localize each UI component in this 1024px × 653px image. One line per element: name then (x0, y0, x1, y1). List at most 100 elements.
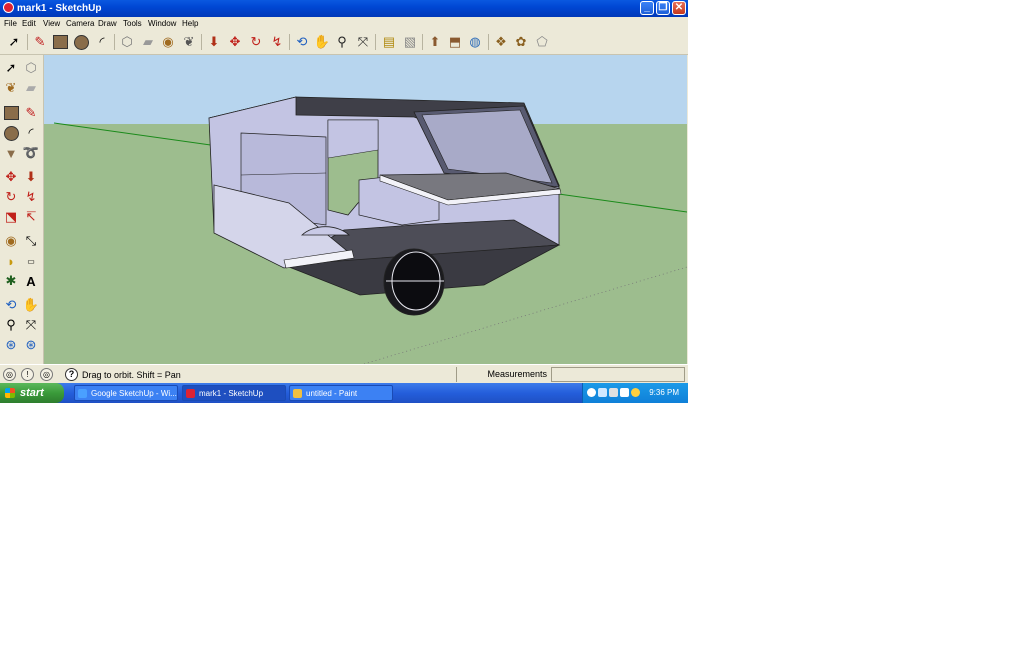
eraser-icon[interactable]: ▰ (139, 33, 157, 51)
toolbar-separator (289, 34, 290, 50)
toolbar-separator (27, 34, 28, 50)
title-bar[interactable]: mark1 - SketchUp _ ❐ ✕ (0, 0, 688, 17)
rotate-icon[interactable]: ↻ (2, 188, 20, 206)
instructor-icon[interactable]: ◎ (40, 368, 53, 381)
measurements-input[interactable] (551, 367, 685, 382)
menu-view[interactable]: View (43, 17, 60, 30)
get-photo-texture-icon[interactable]: ⬒ (446, 33, 464, 51)
3d-text-icon[interactable]: A (22, 272, 40, 290)
task-mark1-sketchup[interactable]: mark1 - SketchUp (182, 385, 286, 401)
place-model-icon[interactable]: ⬆ (426, 33, 444, 51)
zoom-extents-icon[interactable]: ⤧ (354, 33, 372, 51)
window-title: mark1 - SketchUp (17, 3, 102, 14)
zoom-icon[interactable]: ⚲ (2, 316, 20, 334)
volume-icon[interactable] (620, 388, 629, 397)
task-google-sketchup[interactable]: Google SketchUp - Wi... (74, 385, 178, 401)
tape-measure-icon[interactable]: ◉ (2, 232, 20, 250)
rotate-icon[interactable]: ↻ (247, 33, 265, 51)
menu-help[interactable]: Help (182, 17, 198, 30)
network-icon[interactable] (587, 388, 596, 397)
follow-me-icon[interactable]: ↯ (22, 188, 40, 206)
ie-icon (78, 389, 87, 398)
pan-icon[interactable]: ✋ (22, 296, 40, 314)
move-icon[interactable]: ✥ (226, 33, 244, 51)
paint-bucket-icon[interactable]: ❦ (180, 33, 198, 51)
select-icon[interactable]: ➚ (2, 59, 20, 77)
status-bar: ◎ ! ◎ ? Drag to orbit. Shift = Pan Measu… (0, 364, 688, 384)
polygon-icon[interactable]: ▼ (2, 144, 20, 162)
zoom-icon[interactable]: ⚲ (333, 33, 351, 51)
text-icon[interactable]: ▭ (22, 252, 40, 270)
drawing-viewport[interactable] (44, 55, 687, 364)
menu-edit[interactable]: Edit (22, 17, 36, 30)
make-component-icon[interactable]: ⬡ (22, 59, 40, 77)
orbit-icon[interactable]: ⟲ (2, 296, 20, 314)
sketchup-icon (186, 389, 195, 398)
share-model-icon[interactable]: ▧ (401, 33, 419, 51)
minimize-button[interactable]: _ (640, 1, 654, 15)
pencil-icon[interactable]: ✎ (31, 33, 49, 51)
eraser-icon[interactable]: ▰ (22, 79, 40, 97)
next-view-icon[interactable]: ⊛ (22, 336, 40, 354)
display-icon[interactable] (598, 388, 607, 397)
measurements-label: Measurements (456, 367, 550, 382)
materials-icon[interactable]: ✿ (512, 33, 530, 51)
scene-canvas (44, 55, 687, 364)
previous-view-icon[interactable]: ⊛ (2, 336, 20, 354)
task-label: untitled - Paint (306, 389, 358, 398)
paint-bucket-icon[interactable]: ❦ (2, 79, 20, 97)
push-pull-icon[interactable]: ⬇ (22, 168, 40, 186)
menu-file[interactable]: File (4, 17, 17, 30)
menu-window[interactable]: Window (148, 17, 176, 30)
sketchup-window: mark1 - SketchUp _ ❐ ✕ File Edit View Ca… (0, 0, 688, 403)
close-button[interactable]: ✕ (672, 1, 686, 15)
scale-icon[interactable]: ⬔ (2, 208, 20, 226)
windows-logo-icon (5, 388, 15, 398)
orbit-icon[interactable]: ⟲ (293, 33, 311, 51)
circle-icon[interactable] (72, 33, 90, 51)
tape-measure-icon[interactable]: ◉ (159, 33, 177, 51)
large-tool-set: ➚ ⬡ ❦ ▰ ✎ ◜ ▼ ➰ ✥ ⬇ ↻ ↯ ⬔ ↸ ◉ ⤡ ◗ ▭ ✱ A … (0, 55, 44, 364)
system-tray: 9:36 PM (582, 383, 688, 403)
rectangle-icon[interactable] (2, 104, 20, 122)
pan-icon[interactable]: ✋ (313, 33, 331, 51)
start-label: start (20, 387, 44, 399)
follow-me-icon[interactable]: ↯ (268, 33, 286, 51)
dimension-icon[interactable]: ⤡ (22, 232, 40, 250)
rectangle-icon[interactable] (51, 33, 69, 51)
security-icon[interactable] (631, 388, 640, 397)
make-component-icon[interactable]: ⬡ (118, 33, 136, 51)
zoom-window-icon[interactable]: ⤧ (22, 316, 40, 334)
get-models-icon[interactable]: ▤ (380, 33, 398, 51)
geo-location-icon[interactable]: ◎ (3, 368, 16, 381)
paint-icon (293, 389, 302, 398)
start-button[interactable]: start (0, 383, 64, 403)
push-pull-icon[interactable]: ⬇ (205, 33, 223, 51)
windows-taskbar: start Google SketchUp - Wi... mark1 - Sk… (0, 383, 688, 403)
offset-icon[interactable]: ↸ (22, 208, 40, 226)
axes-icon[interactable]: ✱ (2, 272, 20, 290)
arc-icon[interactable]: ◜ (22, 124, 40, 142)
components-icon[interactable]: ❖ (492, 33, 510, 51)
circle-icon[interactable] (2, 124, 20, 142)
menu-tools[interactable]: Tools (123, 17, 142, 30)
monitor-icon[interactable] (609, 388, 618, 397)
google-earth-icon[interactable]: ◍ (466, 33, 484, 51)
move-icon[interactable]: ✥ (2, 168, 20, 186)
styles-icon[interactable]: ⬠ (533, 33, 551, 51)
menu-camera[interactable]: Camera (66, 17, 94, 30)
menu-draw[interactable]: Draw (98, 17, 117, 30)
protractor-icon[interactable]: ◗ (2, 252, 20, 270)
status-hint: Drag to orbit. Shift = Pan (82, 370, 181, 380)
task-label: mark1 - SketchUp (199, 389, 264, 398)
freehand-icon[interactable]: ➰ (22, 144, 40, 162)
clock: 9:36 PM (649, 388, 679, 397)
line-icon[interactable]: ✎ (22, 104, 40, 122)
select-icon[interactable]: ➚ (5, 33, 23, 51)
restore-button[interactable]: ❐ (656, 1, 670, 15)
help-icon[interactable]: ? (65, 368, 78, 381)
toolbar-separator (488, 34, 489, 50)
task-untitled-paint[interactable]: untitled - Paint (289, 385, 393, 401)
arc-icon[interactable]: ◜ (93, 33, 111, 51)
credits-icon[interactable]: ! (21, 368, 34, 381)
